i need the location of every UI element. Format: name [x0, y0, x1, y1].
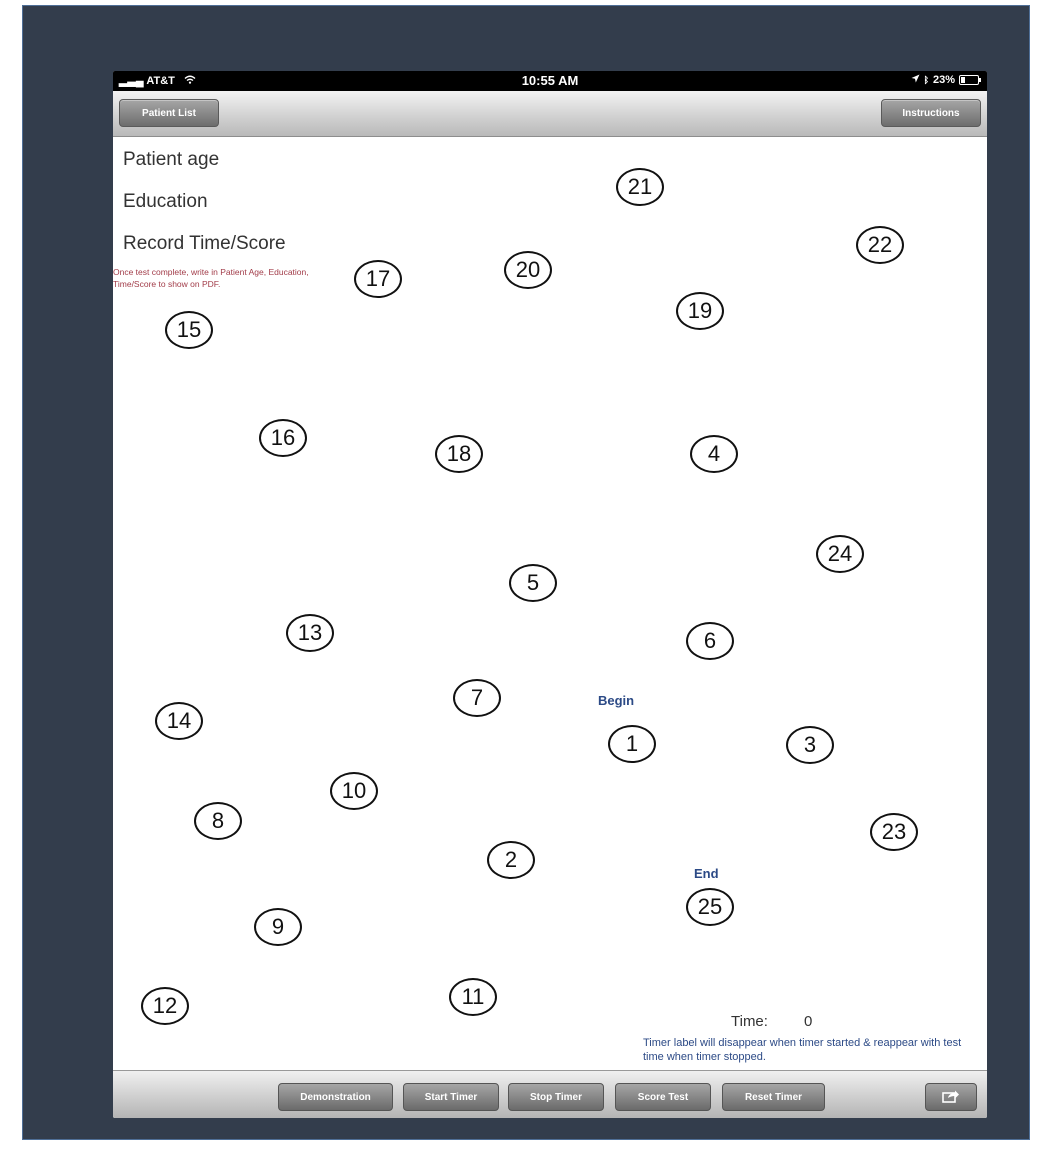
test-circle-20[interactable]: 20: [504, 251, 552, 289]
test-circle-15[interactable]: 15: [165, 311, 213, 349]
battery-percent: 23%: [932, 74, 955, 86]
timer-display: Time: 0: [731, 1013, 812, 1030]
status-time: 10:55 AM: [521, 73, 579, 88]
test-circle-19[interactable]: 19: [676, 292, 724, 330]
reset-timer-button[interactable]: Reset Timer: [722, 1083, 825, 1111]
test-circle-6[interactable]: 6: [686, 622, 734, 660]
test-circle-7[interactable]: 7: [453, 679, 501, 717]
test-circle-9[interactable]: 9: [254, 908, 302, 946]
location-arrow-icon: [911, 74, 920, 86]
demonstration-button[interactable]: Demonstration: [278, 1083, 393, 1111]
status-bar: ▂▃▄ AT&T 10:55 AM ᛒ 23%: [113, 71, 987, 91]
test-circle-17[interactable]: 17: [354, 260, 402, 298]
bottom-toolbar: Demonstration Start Timer Stop Timer Sco…: [113, 1070, 987, 1118]
score-test-button[interactable]: Score Test: [615, 1083, 711, 1111]
share-button[interactable]: [925, 1083, 977, 1111]
app-window-frame: ▂▃▄ AT&T 10:55 AM ᛒ 23% Patient List Ins…: [22, 5, 1030, 1140]
patient-age-field[interactable]: Patient age: [123, 149, 219, 171]
test-circle-5[interactable]: 5: [509, 564, 557, 602]
test-circle-14[interactable]: 14: [155, 702, 203, 740]
start-timer-button[interactable]: Start Timer: [403, 1083, 499, 1111]
patient-list-button[interactable]: Patient List: [119, 99, 219, 127]
test-circle-21[interactable]: 21: [616, 168, 664, 206]
form-instruction-note: Once test complete, write in Patient Age…: [113, 267, 309, 289]
test-circle-13[interactable]: 13: [286, 614, 334, 652]
battery-icon: [959, 75, 981, 85]
bluetooth-icon: ᛒ: [923, 75, 929, 85]
begin-label: Begin: [598, 693, 635, 708]
battery-indicator: ᛒ 23%: [911, 74, 981, 86]
share-icon: [942, 1089, 960, 1106]
test-circle-8[interactable]: 8: [194, 802, 242, 840]
ipad-screen: ▂▃▄ AT&T 10:55 AM ᛒ 23% Patient List Ins…: [113, 71, 987, 1118]
education-field[interactable]: Education: [123, 191, 208, 213]
timer-label: Time:: [731, 1013, 768, 1030]
test-circle-1[interactable]: 1: [608, 725, 656, 763]
test-circle-3[interactable]: 3: [786, 726, 834, 764]
instructions-button[interactable]: Instructions: [881, 99, 981, 127]
test-circle-25[interactable]: 25: [686, 888, 734, 926]
test-circle-10[interactable]: 10: [330, 772, 378, 810]
test-circle-18[interactable]: 18: [435, 435, 483, 473]
record-time-score-field[interactable]: Record Time/Score: [123, 233, 286, 255]
test-circle-4[interactable]: 4: [690, 435, 738, 473]
test-circle-2[interactable]: 2: [487, 841, 535, 879]
test-circle-22[interactable]: 22: [856, 226, 904, 264]
timer-note: Timer label will disappear when timer st…: [643, 1037, 962, 1063]
test-circle-16[interactable]: 16: [259, 419, 307, 457]
test-circle-23[interactable]: 23: [870, 813, 918, 851]
test-circle-12[interactable]: 12: [141, 987, 189, 1025]
end-label: End: [694, 866, 719, 881]
stop-timer-button[interactable]: Stop Timer: [508, 1083, 604, 1111]
navigation-bar: Patient List Instructions: [113, 91, 987, 137]
test-circle-11[interactable]: 11: [449, 978, 497, 1016]
timer-value: 0: [803, 1013, 813, 1030]
test-circle-24[interactable]: 24: [816, 535, 864, 573]
